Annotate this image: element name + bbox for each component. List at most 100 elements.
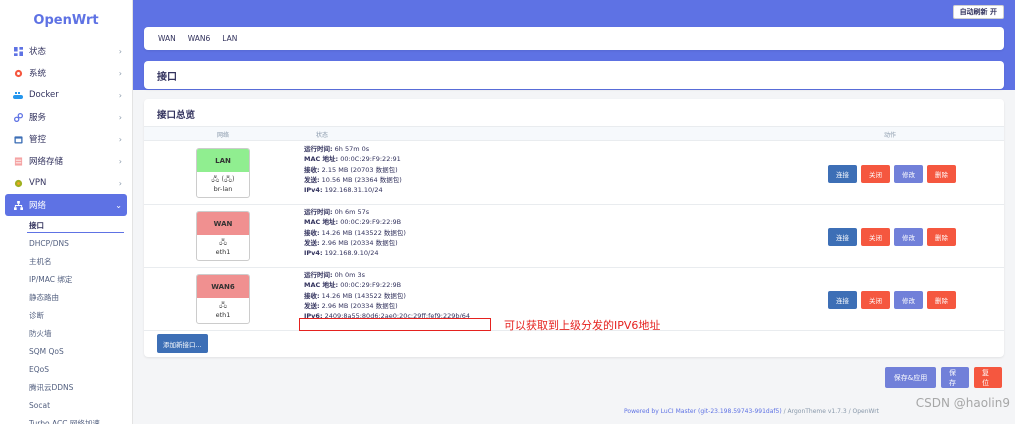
interface-name: LAN <box>197 149 249 172</box>
add-interface-button[interactable]: 添加新接口... <box>157 334 208 353</box>
sidebar-item-label: 系统 <box>29 69 47 79</box>
status-line: MAC 地址: 00:0C:29:F9:22:9B <box>304 217 406 227</box>
connect-button[interactable]: 连接 <box>828 165 857 183</box>
row-actions: 连接 关闭 修改 删除 <box>828 228 956 246</box>
status-value: 0h 0m 3s <box>332 271 366 279</box>
interface-row: WAN 🖧 eth1 运行时间: 0h 6m 57s MAC 地址: 00:0C:29:… <box>144 205 1004 268</box>
edit-button[interactable]: 修改 <box>894 291 923 309</box>
sidebar-item-1[interactable]: 系统 › <box>0 62 132 84</box>
sidebar-item-label: 状态 <box>29 47 47 57</box>
footer-link[interactable]: Powered by LuCI Master (git-23.198.59743… <box>624 408 782 415</box>
status-value: 192.168.9.10/24 <box>322 249 379 258</box>
status-line: IPv4: 192.168.31.10/24 <box>304 185 402 195</box>
header-status: 状态 <box>316 132 329 139</box>
status-line: MAC 地址: 00:0C:29:F9:22:9B <box>304 280 470 290</box>
interface-device: eth1 <box>215 248 231 256</box>
sidebar-item-label: 网络 <box>29 201 47 211</box>
dashboard-icon <box>13 46 23 56</box>
edit-button[interactable]: 修改 <box>894 165 923 183</box>
status-value: 0h 6m 57s <box>332 208 370 216</box>
status-line: 发送: 10.56 MB (23364 数据包) <box>304 175 402 185</box>
sidebar-item-4[interactable]: 管控 › <box>0 128 132 150</box>
submenu-item[interactable]: 主机名 <box>0 252 132 270</box>
form-actions: 保存&应用 保存 复位 <box>885 367 1002 388</box>
sidebar-menu: 状态 › 系统 › Docker › 服务 › 管控 › 网络存储 › VPN › 网络 ⌄ <box>0 40 132 216</box>
sidebar-item-5[interactable]: 网络存储 › <box>0 150 132 172</box>
status-value: 14.26 MB (143522 数据包) <box>319 291 406 300</box>
chevron-right-icon: › <box>118 112 122 122</box>
submenu-item[interactable]: 腾讯云DDNS <box>0 378 132 396</box>
status-value: 00:0C:29:F9:22:9B <box>338 218 402 227</box>
status-value: 10.56 MB (23364 数据包) <box>319 175 402 184</box>
delete-button[interactable]: 删除 <box>927 291 956 309</box>
table-header: 网络 状态 动作 <box>144 126 1004 141</box>
tab-lan[interactable]: LAN <box>222 34 237 43</box>
submenu-item[interactable]: EQoS <box>0 360 132 378</box>
status-key: 运行时间: <box>304 145 333 153</box>
gear-icon <box>13 68 23 78</box>
tab-wan6[interactable]: WAN6 <box>188 34 211 43</box>
edit-button[interactable]: 修改 <box>894 228 923 246</box>
status-line: 运行时间: 6h 57m 0s <box>304 144 402 154</box>
chevron-right-icon: › <box>118 156 122 166</box>
docker-icon <box>13 90 23 100</box>
status-value: 6h 57m 0s <box>332 145 370 153</box>
submenu-item[interactable]: 接口 <box>0 216 132 234</box>
chevron-down-icon: ⌄ <box>115 200 122 210</box>
interface-badge[interactable]: WAN 🖧 eth1 <box>196 211 250 261</box>
ethernet-icon: 🖧 <box>219 238 227 246</box>
sidebar-item-2[interactable]: Docker › <box>0 84 132 106</box>
status-key: IPv4: <box>304 186 323 195</box>
status-key: 接收: <box>304 291 320 300</box>
sidebar-item-6[interactable]: VPN › <box>0 172 132 194</box>
close-button[interactable]: 关闭 <box>861 165 890 183</box>
status-value: 2.15 MB (20703 数据包) <box>319 165 398 174</box>
interface-badge[interactable]: LAN 🖧 (🖧) br-lan <box>196 148 250 198</box>
submenu-item[interactable]: DHCP/DNS <box>0 234 132 252</box>
interface-row: LAN 🖧 (🖧) br-lan 运行时间: 6h 57m 0s MAC 地址: 00:… <box>144 142 1004 205</box>
delete-button[interactable]: 删除 <box>927 165 956 183</box>
logo[interactable]: OpenWrt <box>0 0 132 40</box>
sidebar-item-label: 网络存储 <box>29 157 64 167</box>
save-apply-button[interactable]: 保存&应用 <box>885 367 936 388</box>
submenu-item[interactable]: 诊断 <box>0 306 132 324</box>
sidebar-item-0[interactable]: 状态 › <box>0 40 132 62</box>
interface-tabs: WAN WAN6 LAN <box>144 27 1004 50</box>
submenu-item[interactable]: SQM QoS <box>0 342 132 360</box>
annotation-text: 可以获取到上级分发的IPV6地址 <box>504 319 661 332</box>
footer: Powered by LuCI Master (git-23.198.59743… <box>624 408 879 415</box>
panel-title: 接口总览 <box>157 110 196 121</box>
status-key: 运行时间: <box>304 208 333 216</box>
auto-refresh-button[interactable]: 自动刷新 开 <box>952 5 1004 19</box>
submenu-item[interactable]: IP/MAC 绑定 <box>0 270 132 288</box>
interface-device: br-lan <box>213 185 233 193</box>
submenu-item[interactable]: 静态路由 <box>0 288 132 306</box>
chevron-right-icon: › <box>118 90 122 100</box>
status-line: IPv4: 192.168.9.10/24 <box>304 248 406 258</box>
submenu-item[interactable]: Turbo ACC 网络加速 <box>0 414 132 424</box>
reset-button[interactable]: 复位 <box>974 367 1002 388</box>
status-line: 接收: 14.26 MB (143522 数据包) <box>304 228 406 238</box>
watermark: CSDN @haolin9 <box>915 396 1010 410</box>
connect-button[interactable]: 连接 <box>828 228 857 246</box>
sidebar-item-7[interactable]: 网络 ⌄ <box>5 194 127 216</box>
save-button[interactable]: 保存 <box>941 367 969 388</box>
interface-status: 运行时间: 0h 6m 57s MAC 地址: 00:0C:29:F9:22:9B… <box>304 207 406 258</box>
submenu-item[interactable]: Socat <box>0 396 132 414</box>
submenu-item[interactable]: 防火墙 <box>0 324 132 342</box>
ethernet-icon: 🖧 <box>219 301 227 309</box>
status-line: MAC 地址: 00:0C:29:F9:22:91 <box>304 154 402 164</box>
sidebar-item-3[interactable]: 服务 › <box>0 106 132 128</box>
status-value: 14.26 MB (143522 数据包) <box>319 228 406 237</box>
status-value: 00:0C:29:F9:22:9B <box>338 281 402 290</box>
delete-button[interactable]: 删除 <box>927 228 956 246</box>
header-network: 网络 <box>217 132 230 139</box>
vpn-icon <box>13 178 23 188</box>
tab-wan[interactable]: WAN <box>158 34 176 43</box>
interface-badge[interactable]: WAN6 🖧 eth1 <box>196 274 250 324</box>
close-button[interactable]: 关闭 <box>861 291 890 309</box>
status-value: 00:0C:29:F9:22:91 <box>338 155 401 164</box>
sidebar-item-label: Docker <box>29 90 59 100</box>
close-button[interactable]: 关闭 <box>861 228 890 246</box>
connect-button[interactable]: 连接 <box>828 291 857 309</box>
